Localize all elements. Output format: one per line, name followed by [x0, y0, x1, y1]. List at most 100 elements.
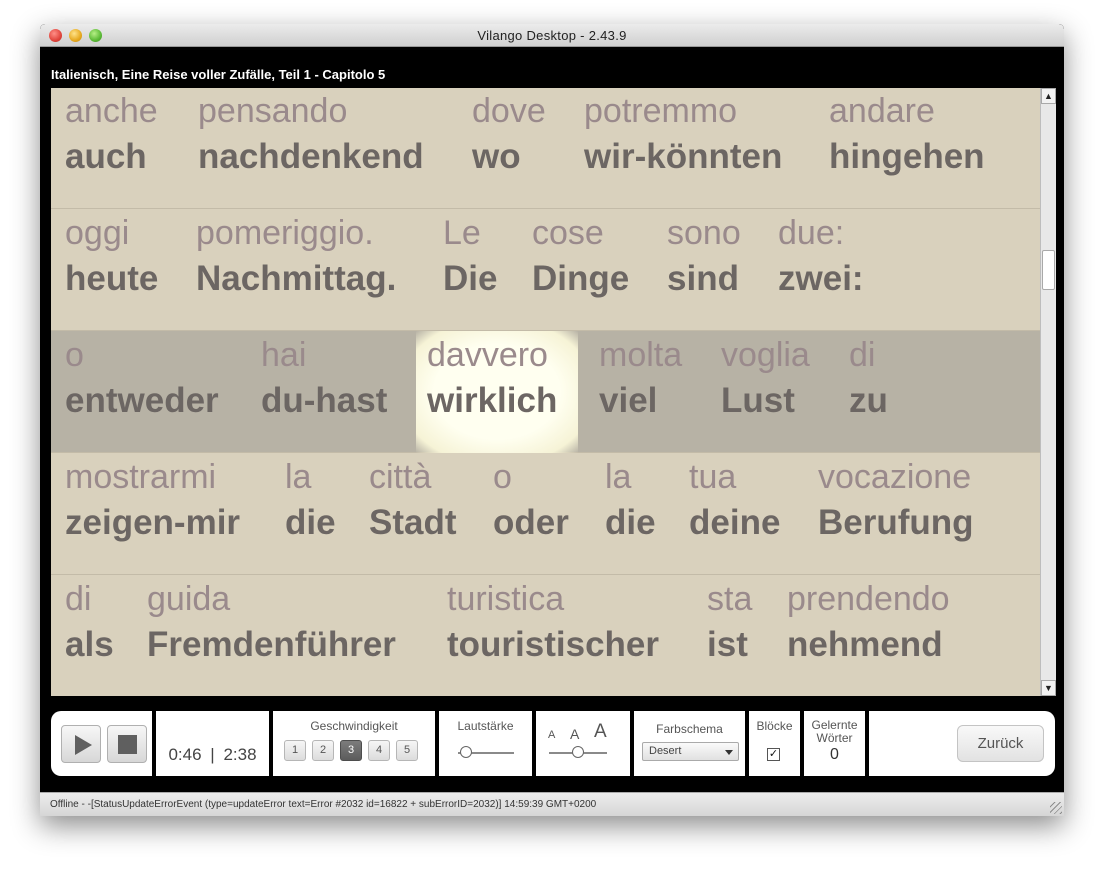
italian-word: di: [849, 336, 876, 374]
speed-panel: Geschwindigkeit 12345: [273, 711, 435, 776]
colorscheme-value: Desert: [649, 745, 682, 757]
colorscheme-select[interactable]: Desert: [642, 742, 739, 761]
german-word: sind: [667, 259, 739, 298]
italian-word: prendendo: [787, 580, 950, 618]
german-word: Lust: [721, 381, 795, 420]
volume-label: Lautstärke: [457, 719, 514, 733]
time-total: 2:38: [223, 745, 257, 764]
italian-word: o: [65, 336, 84, 374]
time-elapsed: 0:46: [168, 745, 202, 764]
blocks-checkbox[interactable]: ✓: [767, 748, 780, 761]
german-word: touristischer: [447, 625, 659, 664]
window-title: Vilango Desktop - 2.43.9: [477, 28, 627, 43]
title-bar[interactable]: Vilango Desktop - 2.43.9: [40, 24, 1064, 47]
lesson-title: Italienisch, Eine Reise voller Zufälle, …: [51, 67, 386, 82]
play-icon: [75, 735, 92, 755]
app-window: Vilango Desktop - 2.43.9 Italienisch, Ei…: [40, 24, 1064, 816]
scroll-up-arrow-icon[interactable]: ▲: [1041, 88, 1056, 104]
italian-word: anche: [65, 92, 158, 130]
italian-word: guida: [147, 580, 231, 618]
italian-word: città: [369, 458, 432, 496]
german-word: deine: [689, 503, 781, 542]
german-word: du-hast: [261, 381, 388, 420]
italian-word: cose: [532, 214, 604, 252]
speed-button-4[interactable]: 4: [368, 740, 390, 761]
sentence-row[interactable]: di als guida Fremdenführer turistica touristi…: [51, 575, 1041, 696]
word-pair-highlighted[interactable]: davvero wirklich: [416, 331, 578, 453]
scroll-down-arrow-icon[interactable]: ▼: [1041, 680, 1056, 696]
volume-slider-knob[interactable]: [460, 746, 473, 758]
german-word: Stadt: [369, 503, 457, 542]
fontsize-panel: A A A: [536, 711, 630, 776]
colorscheme-label: Farbschema: [656, 722, 723, 736]
speed-label: Geschwindigkeit: [310, 719, 398, 733]
fontsize-medium-label: A: [570, 726, 580, 742]
german-word: Nachmittag.: [196, 259, 397, 298]
colorscheme-panel: Farbschema Desert: [634, 711, 745, 776]
italian-word: mostrarmi: [65, 458, 217, 496]
german-word: als: [65, 625, 114, 664]
italian-word: sta: [707, 580, 753, 618]
german-word: zu: [849, 381, 888, 420]
learned-label-line2: Wörter: [816, 731, 853, 745]
german-word: zeigen-mir: [65, 503, 241, 542]
blocks-label: Blöcke: [756, 719, 793, 733]
italian-word: la: [285, 458, 312, 496]
back-panel: Zurück: [869, 711, 1055, 776]
speed-button-2[interactable]: 2: [312, 740, 334, 761]
german-word: viel: [599, 381, 658, 420]
time-separator: |: [210, 745, 215, 764]
play-button[interactable]: [61, 725, 101, 763]
german-word: nehmend: [787, 625, 943, 664]
scroll-thumb[interactable]: [1042, 250, 1055, 290]
reader-scrollbar[interactable]: ▲ ▼: [1040, 88, 1056, 696]
german-word: Fremdenführer: [147, 625, 396, 664]
italian-word: pensando: [198, 92, 348, 130]
speed-button-3[interactable]: 3: [340, 740, 362, 761]
stop-button[interactable]: [107, 725, 147, 763]
italian-word: tua: [689, 458, 737, 496]
sentence-row[interactable]: oggi heute pomeriggio. Nachmittag. Le Die cose…: [51, 209, 1041, 331]
sentence-row[interactable]: o entweder hai du-hast davvero wirklich molta v…: [51, 331, 1041, 453]
german-word: Dinge: [532, 259, 630, 298]
german-word: Berufung: [818, 503, 974, 542]
learned-words-label: Gelernte Wörter: [804, 719, 865, 745]
fontsize-small-label: A: [548, 729, 556, 741]
resize-grip-icon[interactable]: [1050, 802, 1062, 814]
italian-word: molta: [599, 336, 683, 374]
italian-word: di: [65, 580, 92, 618]
stop-icon: [118, 735, 137, 754]
learned-label-line1: Gelernte: [811, 718, 858, 732]
sentence-row[interactable]: anche auch pensando nachdenkend dove wo potrem…: [51, 88, 1041, 209]
blocks-panel: Blöcke ✓: [749, 711, 800, 776]
italian-word: voglia: [721, 336, 810, 374]
german-word: entweder: [65, 381, 219, 420]
sentence-row[interactable]: mostrarmi zeigen-mir la die città Stadt o oder l…: [51, 453, 1041, 575]
italian-word: oggi: [65, 214, 130, 252]
italian-word: hai: [261, 336, 307, 374]
german-word: wirklich: [427, 381, 558, 420]
italian-word: vocazione: [818, 458, 972, 496]
italian-word: davvero: [427, 336, 548, 374]
german-word: wir-könnten: [584, 137, 783, 176]
german-word: die: [605, 503, 656, 542]
german-word: die: [285, 503, 336, 542]
italian-word: sono: [667, 214, 741, 252]
german-word: nachdenkend: [198, 137, 424, 176]
speed-button-1[interactable]: 1: [284, 740, 306, 761]
speed-button-5[interactable]: 5: [396, 740, 418, 761]
back-button[interactable]: Zurück: [957, 725, 1044, 762]
time-display: 0:46 | 2:38: [156, 745, 269, 765]
status-bar: Offline - -[StatusUpdateErrorEvent (type…: [40, 792, 1064, 816]
german-word: hingehen: [829, 137, 985, 176]
italian-word: potremmo: [584, 92, 738, 130]
german-word: wo: [472, 137, 521, 176]
italian-word: dove: [472, 92, 546, 130]
reader-panel: anche auch pensando nachdenkend dove wo potrem…: [51, 88, 1041, 696]
german-word: oder: [493, 503, 569, 542]
chevron-down-icon: [725, 750, 733, 755]
fontsize-slider-knob[interactable]: [572, 746, 584, 758]
italian-word: turistica: [447, 580, 565, 618]
italian-word: la: [605, 458, 632, 496]
italian-word: pomeriggio.: [196, 214, 374, 252]
